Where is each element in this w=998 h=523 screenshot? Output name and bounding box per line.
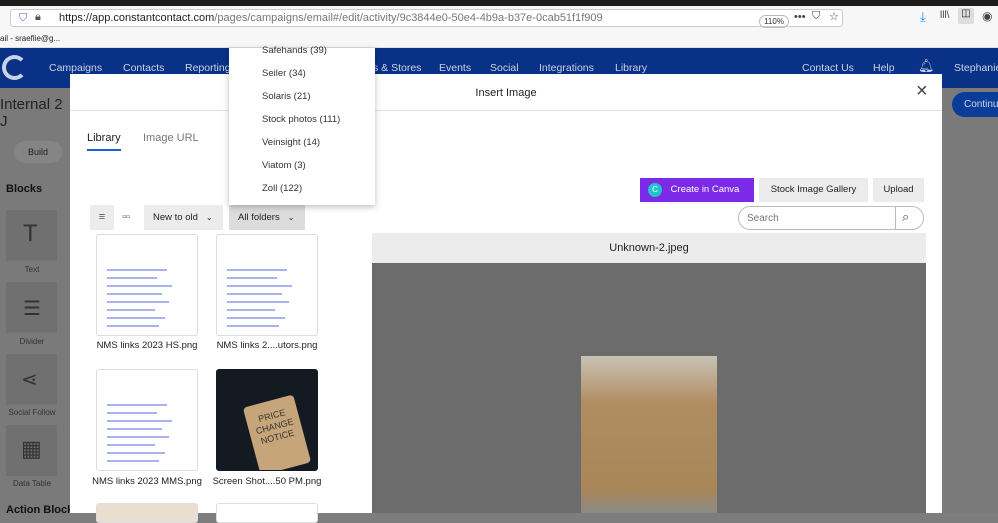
image-thumbnail[interactable]	[96, 369, 198, 471]
modal-title: Insert Image	[475, 87, 537, 99]
search-divider	[895, 207, 896, 229]
editor-right: Continu	[942, 88, 998, 513]
download-icon[interactable]: ⤓	[920, 9, 926, 25]
chevron-down-icon: ⌄	[205, 213, 213, 222]
search-box: ⌕	[738, 206, 924, 230]
campaign-title: Internal 2 J	[0, 96, 63, 130]
text-icon: T	[23, 220, 38, 247]
search-icon[interactable]: ⌕	[902, 209, 909, 225]
chevron-down-icon: ⌄	[287, 213, 295, 222]
action-blocks-heading: Action Block	[6, 504, 74, 516]
nav-reporting[interactable]: Reporting	[185, 62, 231, 74]
url-domain: https://app.constantcontact.com	[59, 12, 215, 24]
user-menu[interactable]: Stephanie	[954, 62, 998, 74]
build-tab[interactable]: Build	[14, 141, 62, 163]
canva-label: Create in Canva	[670, 184, 740, 195]
image-name: NMS links 2023 MMS.png	[92, 476, 202, 487]
star-icon[interactable]: ☆	[829, 10, 839, 23]
block-data-table[interactable]: ▦	[6, 425, 57, 476]
sort-select[interactable]: New to old ⌄	[144, 205, 223, 230]
preview-title: Unknown-2.jpeg	[372, 233, 926, 263]
create-in-canva-button[interactable]: C Create in Canva	[640, 178, 754, 202]
canva-icon: C	[648, 183, 662, 197]
preview-image	[581, 356, 717, 513]
image-thumbnail[interactable]	[216, 503, 318, 523]
tab-image-url[interactable]: Image URL	[143, 132, 199, 144]
grid-view-icon[interactable]: ▫▫	[114, 205, 138, 230]
image-name: NMS links 2....utors.png	[216, 340, 318, 351]
price-tag-image: PRICE CHANGE NOTICE	[242, 394, 312, 470]
block-text[interactable]: T	[6, 210, 57, 261]
bookmark-item[interactable]: ail - sraeflie@g...	[0, 34, 60, 43]
block-label: Divider	[19, 337, 45, 346]
folder-select[interactable]: All folders ⌄	[229, 205, 305, 230]
blocks-heading: Blocks	[6, 183, 43, 195]
table-icon: ▦	[21, 436, 42, 461]
block-social-follow[interactable]: ⋖	[6, 354, 57, 405]
image-thumbnail[interactable]	[96, 234, 198, 336]
folder-option[interactable]: Safehands (39)	[262, 45, 327, 56]
share-icon: ⋖	[21, 369, 38, 391]
nav-sites-stores[interactable]: s & Stores	[373, 62, 421, 74]
nav-events[interactable]: Events	[439, 62, 471, 74]
search-input[interactable]	[747, 210, 892, 226]
url-path: /pages/campaigns/email#/edit/activity/9c…	[214, 12, 603, 24]
folder-option[interactable]: Veinsight (14)	[262, 137, 320, 148]
folder-option[interactable]: Seiler (34)	[262, 68, 306, 79]
folder-option[interactable]: Viatom (3)	[262, 160, 306, 171]
account-icon[interactable]: ◉	[982, 9, 992, 23]
continue-button[interactable]: Continu	[952, 92, 998, 117]
folder-option[interactable]: Solaris (21)	[262, 91, 311, 102]
nav-help[interactable]: Help	[873, 62, 895, 74]
nav-integrations[interactable]: Integrations	[539, 62, 594, 74]
close-icon[interactable]: ×	[916, 80, 928, 103]
modal-header: Insert Image ×	[70, 74, 942, 111]
image-preview: Unknown-2.jpeg	[372, 233, 926, 513]
editor-sidebar: Internal 2 J Build Blocks T Text ☰ Divid…	[0, 88, 74, 516]
block-label: Social Follow	[8, 408, 56, 417]
sort-value: New to old	[153, 212, 198, 223]
image-thumbnail[interactable]: PRICE CHANGE NOTICE	[216, 369, 318, 471]
upload-button[interactable]: Upload	[873, 178, 924, 202]
list-view-icon[interactable]: ≡	[90, 205, 114, 230]
block-label: Text	[24, 265, 40, 274]
bell-icon[interactable]: 🔔︎	[918, 58, 935, 74]
sidebar-icon[interactable]: ◫	[958, 8, 974, 24]
constant-contact-logo[interactable]	[2, 55, 27, 80]
folder-option[interactable]: Zoll (122)	[262, 183, 302, 194]
browser-toolbar: ⛉ 🔒︎ https://app.constantcontact.com/pag…	[0, 6, 998, 28]
zoom-level[interactable]: 110%	[759, 15, 789, 28]
block-label: Data Table	[12, 479, 52, 488]
folder-option[interactable]: Stock photos (111)	[262, 114, 340, 125]
bookmarks-bar: ail - sraeflie@g...	[0, 28, 998, 48]
folder-value: All folders	[238, 212, 280, 223]
image-thumbnail[interactable]	[216, 234, 318, 336]
block-divider[interactable]: ☰	[6, 282, 57, 333]
library-icon[interactable]: lll\	[940, 10, 949, 21]
url-bar[interactable]: ⛉ 🔒︎ https://app.constantcontact.com/pag…	[10, 9, 843, 28]
insert-image-modal: Insert Image × Library Image URL C Creat…	[70, 74, 942, 523]
pocket-icon[interactable]: ⛉	[812, 10, 820, 23]
nav-contact-us[interactable]: Contact Us	[802, 62, 854, 74]
tab-library[interactable]: Library	[87, 132, 121, 151]
more-icon[interactable]: •••	[794, 11, 806, 23]
lock-icon: 🔒︎	[35, 11, 41, 23]
nav-library[interactable]: Library	[615, 62, 647, 74]
image-thumbnail[interactable]	[96, 503, 198, 523]
stock-image-gallery-button[interactable]: Stock Image Gallery	[759, 178, 868, 202]
nav-contacts[interactable]: Contacts	[123, 62, 164, 74]
image-name: NMS links 2023 HS.png	[96, 340, 198, 351]
folder-dropdown: Safehands (39) Seiler (34) Solaris (21) …	[229, 45, 375, 205]
nav-social[interactable]: Social	[490, 62, 519, 74]
nav-campaigns[interactable]: Campaigns	[49, 62, 102, 74]
divider-icon: ☰	[23, 298, 41, 320]
shield-icon: ⛉	[19, 12, 28, 24]
image-name: Screen Shot....50 PM.png	[212, 476, 322, 487]
